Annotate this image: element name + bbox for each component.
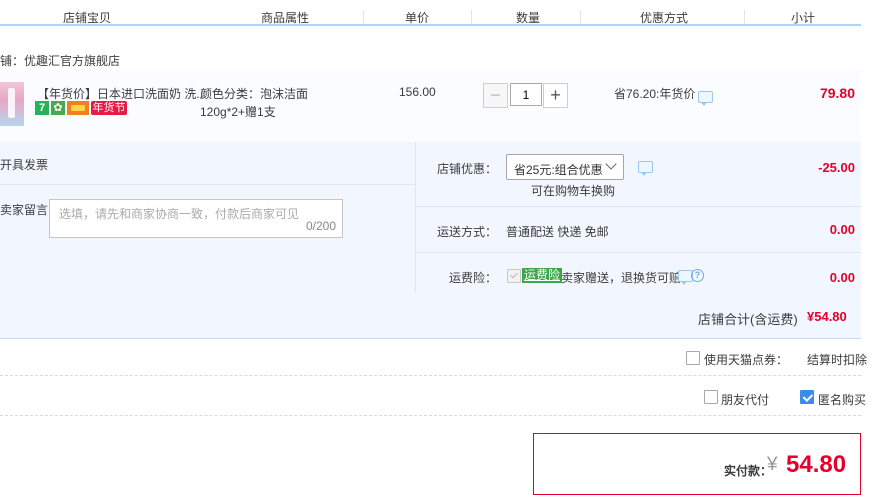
tmall-points-checkbox[interactable] [686, 351, 700, 365]
coin-icon: ✿ [51, 101, 65, 115]
insurance-label: 运费险： [449, 271, 498, 285]
insurance-amount: 0.00 [829, 270, 855, 285]
shop-total-value: ¥54.80 [807, 309, 847, 324]
tmall-points-label[interactable]: 使用天猫点券： [704, 351, 788, 368]
actual-pay-label: 实付款： [724, 464, 773, 478]
col-shop-item: 店铺宝贝 [63, 11, 112, 25]
new-year-badge: 年货节 [91, 101, 127, 115]
shipping-amount: 0.00 [829, 222, 855, 237]
product-thumbnail[interactable] [0, 82, 24, 126]
invoice-label[interactable]: 开具发票 [0, 156, 48, 173]
item-badges: 7 ✿ 年货节 [35, 101, 129, 115]
chat-icon[interactable] [698, 91, 713, 106]
anonymous-label[interactable]: 匿名购买 [818, 391, 866, 408]
currency-symbol: ¥ [767, 454, 778, 475]
col-unit-price: 单价 [405, 11, 430, 25]
item-row [0, 70, 861, 143]
item-attributes: 颜色分类：泡沫洁面120g*2+赠1支 [200, 87, 309, 119]
message-field[interactable]: 选填，请先和商家协商一致，付款后商家可见 0/200 [49, 199, 343, 238]
insurance-text: 卖家赠送，退换货可赔 [561, 271, 682, 285]
table-header: 店铺宝贝 商品属性 单价 数量 优惠方式 小计 [0, 0, 861, 26]
item-subtotal: 79.80 [819, 85, 855, 101]
card-icon [67, 101, 89, 115]
header-divider [471, 10, 472, 24]
chevron-down-icon [605, 158, 617, 170]
insurance-checkbox [507, 269, 521, 283]
friend-pay-checkbox[interactable] [704, 390, 718, 404]
panel-divider [0, 184, 415, 185]
col-quantity: 数量 [516, 11, 541, 25]
seven-day-return-icon: 7 [35, 101, 49, 115]
row-divider [0, 375, 861, 376]
message-placeholder: 选填，请先和商家协商一致，付款后商家可见 [59, 207, 300, 221]
shop-discount-note: 可在购物车换购 [531, 184, 616, 198]
row-divider [0, 415, 861, 416]
header-divider [580, 10, 581, 24]
shop-discount-amount: -25.00 [818, 160, 855, 175]
anonymous-checkbox[interactable] [800, 390, 814, 404]
question-icon[interactable]: ? [691, 269, 704, 282]
shop-total-label: 店铺合计(含运费) [698, 312, 798, 327]
col-attributes: 商品属性 [261, 11, 310, 25]
tmall-points-note: 结算时扣除 [807, 353, 868, 367]
item-title[interactable]: 【年货价】日本进口洗面奶 洗... [37, 85, 206, 102]
shop-name[interactable]: 铺：优趣汇官方旗舰店 [0, 52, 120, 69]
chat-icon[interactable] [638, 161, 653, 176]
header-divider [744, 10, 745, 24]
shop-discount-label: 店铺优惠： [437, 162, 498, 176]
panel-divider [415, 142, 416, 292]
item-discount: 省76.20:年货价 [614, 87, 696, 101]
col-subtotal: 小计 [791, 11, 816, 25]
shop-discount-selected: 省25元:组合优惠 [514, 163, 603, 177]
actual-pay-value: 54.80 [786, 451, 847, 478]
panel-divider [416, 252, 861, 253]
insurance-tag[interactable]: 运费险 [522, 268, 563, 283]
qty-minus-button[interactable]: − [483, 83, 508, 108]
message-counter: 0/200 [305, 219, 336, 233]
qty-input[interactable] [510, 83, 542, 106]
unit-price: 156.00 [399, 85, 436, 99]
shipping-label: 运送方式： [437, 225, 498, 239]
friend-pay-label[interactable]: 朋友代付 [721, 391, 769, 408]
panel-divider [416, 206, 861, 207]
qty-plus-button[interactable]: + [543, 83, 568, 108]
shop-discount-select[interactable]: 省25元:组合优惠 [506, 154, 624, 180]
shipping-value: 普通配送 快递 免邮 [506, 225, 609, 239]
col-discount: 优惠方式 [640, 11, 689, 25]
header-divider [363, 10, 364, 24]
